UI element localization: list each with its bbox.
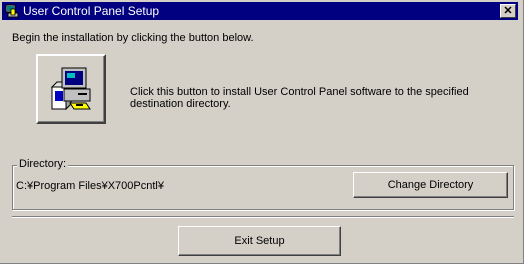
setup-app-icon [5,4,19,18]
install-button[interactable] [36,54,106,124]
setup-window: User Control Panel Setup ✕ Begin the ins… [0,0,524,264]
title-bar[interactable]: User Control Panel Setup ✕ [2,2,518,20]
close-icon: ✕ [503,5,513,17]
change-directory-label: Change Directory [387,179,474,191]
exit-setup-button[interactable]: Exit Setup [178,226,341,256]
exit-setup-label: Exit Setup [234,235,285,247]
directory-label: Directory: [17,158,69,170]
computer-install-icon [50,67,91,111]
intro-text: Begin the installation by clicking the b… [12,32,254,44]
divider [12,216,514,218]
directory-path: C:¥Program Files¥X700Pcntl¥ [16,180,164,192]
change-directory-button[interactable]: Change Directory [353,172,508,198]
window-title: User Control Panel Setup [23,4,160,18]
install-description: Click this button to install User Contro… [130,86,469,110]
close-button[interactable]: ✕ [500,4,516,18]
